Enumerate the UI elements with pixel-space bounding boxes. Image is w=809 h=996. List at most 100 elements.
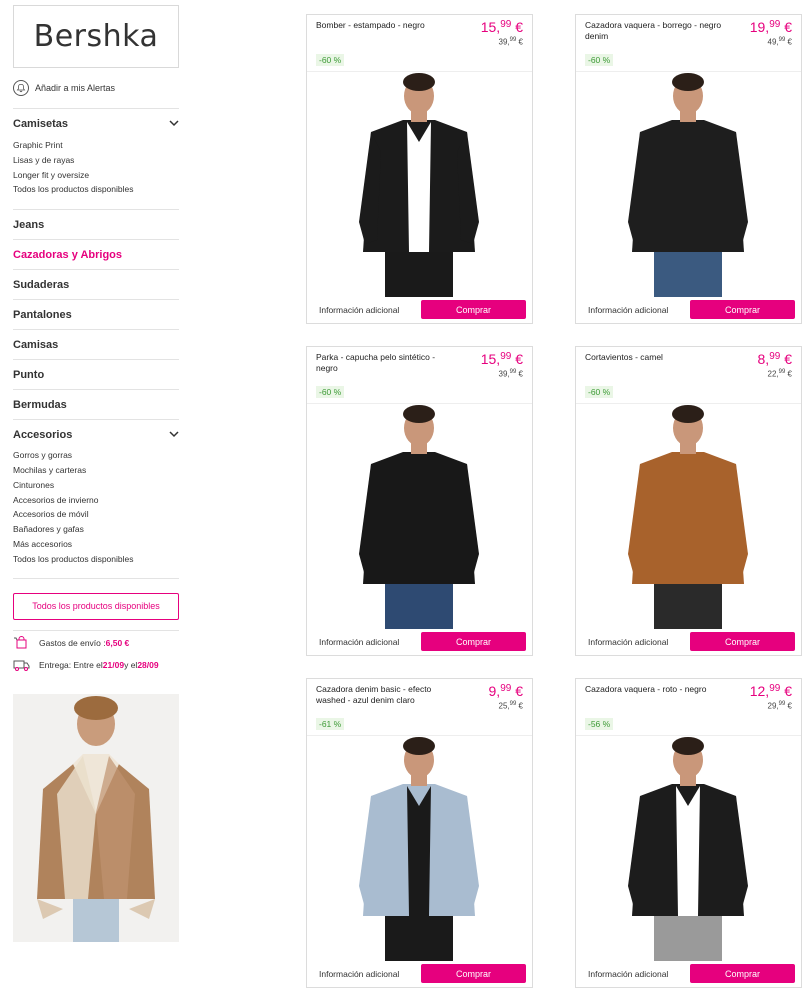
product-card-3[interactable]: Parka - capucha pelo sintético - negro 1…: [306, 346, 533, 656]
product-model-illustration: [576, 72, 801, 297]
product-image[interactable]: [576, 735, 801, 961]
subcategory-accesorios-all[interactable]: Todos los productos disponibles: [13, 552, 179, 567]
discount-badge: -60 %: [585, 54, 614, 66]
subcategory-graphic-print[interactable]: Graphic Print: [13, 138, 179, 153]
category-camisetas-label: Camisetas: [13, 118, 69, 130]
product-image[interactable]: [307, 403, 532, 629]
add-alert-link[interactable]: Añadir a mis Alertas: [13, 79, 179, 97]
subcategory-lisas-rayas[interactable]: Lisas y de rayas: [13, 153, 179, 168]
product-model-illustration: [307, 72, 532, 297]
category-accesorios[interactable]: Accesorios: [13, 428, 179, 442]
subcategory-camisetas-all[interactable]: Todos los productos disponibles: [13, 182, 179, 197]
shipping-info: Gastos de envío : 6,50 €: [13, 635, 179, 650]
category-sudaderas[interactable]: Sudaderas: [13, 270, 179, 299]
subcategory-banadores[interactable]: Bañadores y gafas: [13, 522, 179, 537]
category-cazadoras-label: Cazadoras y Abrigos: [13, 248, 123, 261]
product-old-price: 29,99 €: [767, 701, 792, 711]
bell-icon: [13, 80, 29, 96]
buy-button[interactable]: Comprar: [690, 964, 795, 983]
chevron-down-icon[interactable]: [169, 118, 179, 130]
product-old-price: 49,99 €: [767, 37, 792, 47]
product-model-illustration: [576, 404, 801, 629]
more-info-link[interactable]: Información adicional: [588, 305, 668, 315]
all-products-button[interactable]: Todos los productos disponibles: [13, 592, 179, 620]
subcategory-mas[interactable]: Más accesorios: [13, 537, 179, 552]
product-price: 12,99 €: [749, 683, 792, 699]
subcategory-movil[interactable]: Accesorios de móvil: [13, 507, 179, 522]
more-info-link[interactable]: Información adicional: [588, 969, 668, 979]
product-card-5[interactable]: Cazadora denim basic - efecto washed - a…: [306, 678, 533, 988]
product-name[interactable]: Parka - capucha pelo sintético - negro: [316, 352, 456, 374]
product-card-1[interactable]: Bomber - estampado - negro 15,99 € 39,99…: [306, 14, 533, 324]
product-old-price: 25,99 €: [498, 701, 523, 711]
category-pantalones[interactable]: Pantalones: [13, 300, 179, 329]
promo-model-illustration: [13, 694, 179, 942]
product-old-price: 22,99 €: [767, 369, 792, 379]
buy-button[interactable]: Comprar: [690, 300, 795, 319]
more-info-link[interactable]: Información adicional: [588, 637, 668, 647]
product-name[interactable]: Cazadora vaquera - roto - negro: [585, 684, 725, 695]
product-name[interactable]: Cazadora vaquera - borrego - negro denim: [585, 20, 725, 42]
brand-logo[interactable]: Bershka: [13, 5, 179, 68]
category-cazadoras[interactable]: Cazadoras y Abrigos: [13, 240, 179, 269]
category-jeans-label: Jeans: [13, 218, 45, 231]
buy-button[interactable]: Comprar: [421, 964, 526, 983]
more-info-link[interactable]: Información adicional: [319, 305, 399, 315]
buy-button[interactable]: Comprar: [421, 300, 526, 319]
category-camisetas[interactable]: Camisetas: [13, 117, 179, 131]
subcategory-mochilas[interactable]: Mochilas y carteras: [13, 463, 179, 478]
delivery-date-b: 28/09: [137, 659, 159, 670]
discount-badge: -60 %: [316, 54, 345, 66]
product-image[interactable]: [576, 403, 801, 629]
shopping-bag-icon: [14, 635, 27, 649]
product-card-2[interactable]: Cazadora vaquera - borrego - negro denim…: [575, 14, 802, 324]
promo-banner-image[interactable]: [13, 694, 179, 942]
product-model-illustration: [307, 736, 532, 961]
more-info-link[interactable]: Información adicional: [319, 637, 399, 647]
subcategory-invierno[interactable]: Accesorios de invierno: [13, 493, 179, 508]
discount-badge: -60 %: [585, 386, 614, 398]
product-old-price: 39,99 €: [498, 369, 523, 379]
product-model-illustration: [576, 736, 801, 961]
product-card-4[interactable]: Cortavientos - camel 8,99 € 22,99 € -60 …: [575, 346, 802, 656]
discount-badge: -61 %: [316, 718, 345, 730]
more-info-link[interactable]: Información adicional: [319, 969, 399, 979]
discount-badge: -60 %: [316, 386, 345, 398]
shipping-label: Gastos de envío :: [39, 637, 106, 648]
category-punto-label: Punto: [13, 368, 45, 381]
product-image[interactable]: [576, 71, 801, 297]
category-pantalones-label: Pantalones: [13, 308, 72, 321]
category-jeans[interactable]: Jeans: [13, 210, 179, 239]
discount-badge: -56 %: [585, 718, 614, 730]
delivery-date-a: 21/09: [102, 659, 125, 670]
buy-button[interactable]: Comprar: [421, 632, 526, 651]
product-image[interactable]: [307, 735, 532, 961]
product-price: 15,99 €: [480, 351, 523, 367]
product-price: 8,99 €: [757, 351, 793, 367]
product-image[interactable]: [307, 71, 532, 297]
sidebar: Bershka Añadir a mis Alertas Camisetas G…: [13, 5, 179, 672]
add-alert-label: Añadir a mis Alertas: [35, 83, 116, 93]
subcategory-gorros[interactable]: Gorros y gorras: [13, 448, 179, 463]
subcategory-longer-fit[interactable]: Longer fit y oversize: [13, 168, 179, 183]
product-name[interactable]: Cazadora denim basic - efecto washed - a…: [316, 684, 456, 706]
buy-button[interactable]: Comprar: [690, 632, 795, 651]
category-bermudas[interactable]: Bermudas: [13, 390, 179, 419]
product-card-6[interactable]: Cazadora vaquera - roto - negro 12,99 € …: [575, 678, 802, 988]
category-camisas-label: Camisas: [13, 338, 59, 351]
delivery-info: Entrega: Entre el 21/09 y el 28/09: [13, 658, 179, 672]
product-name[interactable]: Cortavientos - camel: [585, 352, 725, 363]
product-name[interactable]: Bomber - estampado - negro: [316, 20, 456, 31]
category-camisas[interactable]: Camisas: [13, 330, 179, 359]
chevron-down-icon[interactable]: [169, 429, 179, 441]
shipping-value: 6,50 €: [105, 637, 130, 648]
product-model-illustration: [307, 404, 532, 629]
category-accesorios-label: Accesorios: [13, 429, 73, 442]
category-bermudas-label: Bermudas: [13, 398, 67, 411]
subcategory-cinturones[interactable]: Cinturones: [13, 478, 179, 493]
category-punto[interactable]: Punto: [13, 360, 179, 389]
delivery-truck-icon: [13, 660, 30, 671]
delivery-label-a: Entrega: Entre el: [39, 659, 103, 670]
category-sudaderas-label: Sudaderas: [13, 278, 70, 291]
product-price: 9,99 €: [488, 683, 524, 699]
